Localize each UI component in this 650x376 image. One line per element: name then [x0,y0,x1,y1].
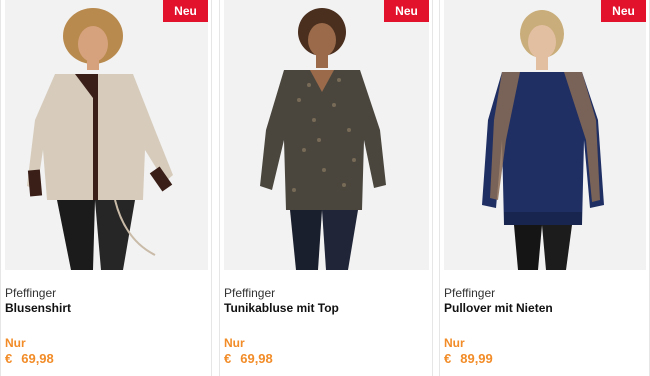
product-brand: Pfeffinger [5,286,57,300]
product-image[interactable]: Neu [444,0,646,270]
product-brand: Pfeffinger [224,286,276,300]
product-brand: Pfeffinger [444,286,496,300]
currency-symbol: € [224,351,232,366]
product-title[interactable]: Tunikabluse mit Top [224,301,339,315]
price-prefix: Nur [5,336,26,350]
currency-symbol: € [5,351,13,366]
product-image[interactable]: Neu [224,0,429,270]
product-image[interactable]: Neu [5,0,208,270]
price-value: 69,98 [21,351,54,366]
product-price: €69,98 [5,351,54,366]
price-value: 89,99 [460,351,493,366]
currency-symbol: € [444,351,452,366]
price-value: 69,98 [240,351,273,366]
product-card[interactable]: Neu Pfeffinger Pullover mit Nieten Nur €… [439,0,650,376]
product-title[interactable]: Pullover mit Nieten [444,301,553,315]
product-price: €69,98 [224,351,273,366]
product-card[interactable]: Neu Pfeffinger Tunikabluse mit Top Nur €… [219,0,433,376]
new-badge: Neu [384,0,429,22]
new-badge: Neu [163,0,208,22]
product-grid: Neu Pfeffinger Blusenshirt Nur €69,98 Ne… [0,0,650,376]
product-card[interactable]: Neu Pfeffinger Blusenshirt Nur €69,98 [0,0,212,376]
product-price: €89,99 [444,351,493,366]
product-title[interactable]: Blusenshirt [5,301,71,315]
price-prefix: Nur [444,336,465,350]
price-prefix: Nur [224,336,245,350]
new-badge: Neu [601,0,646,22]
